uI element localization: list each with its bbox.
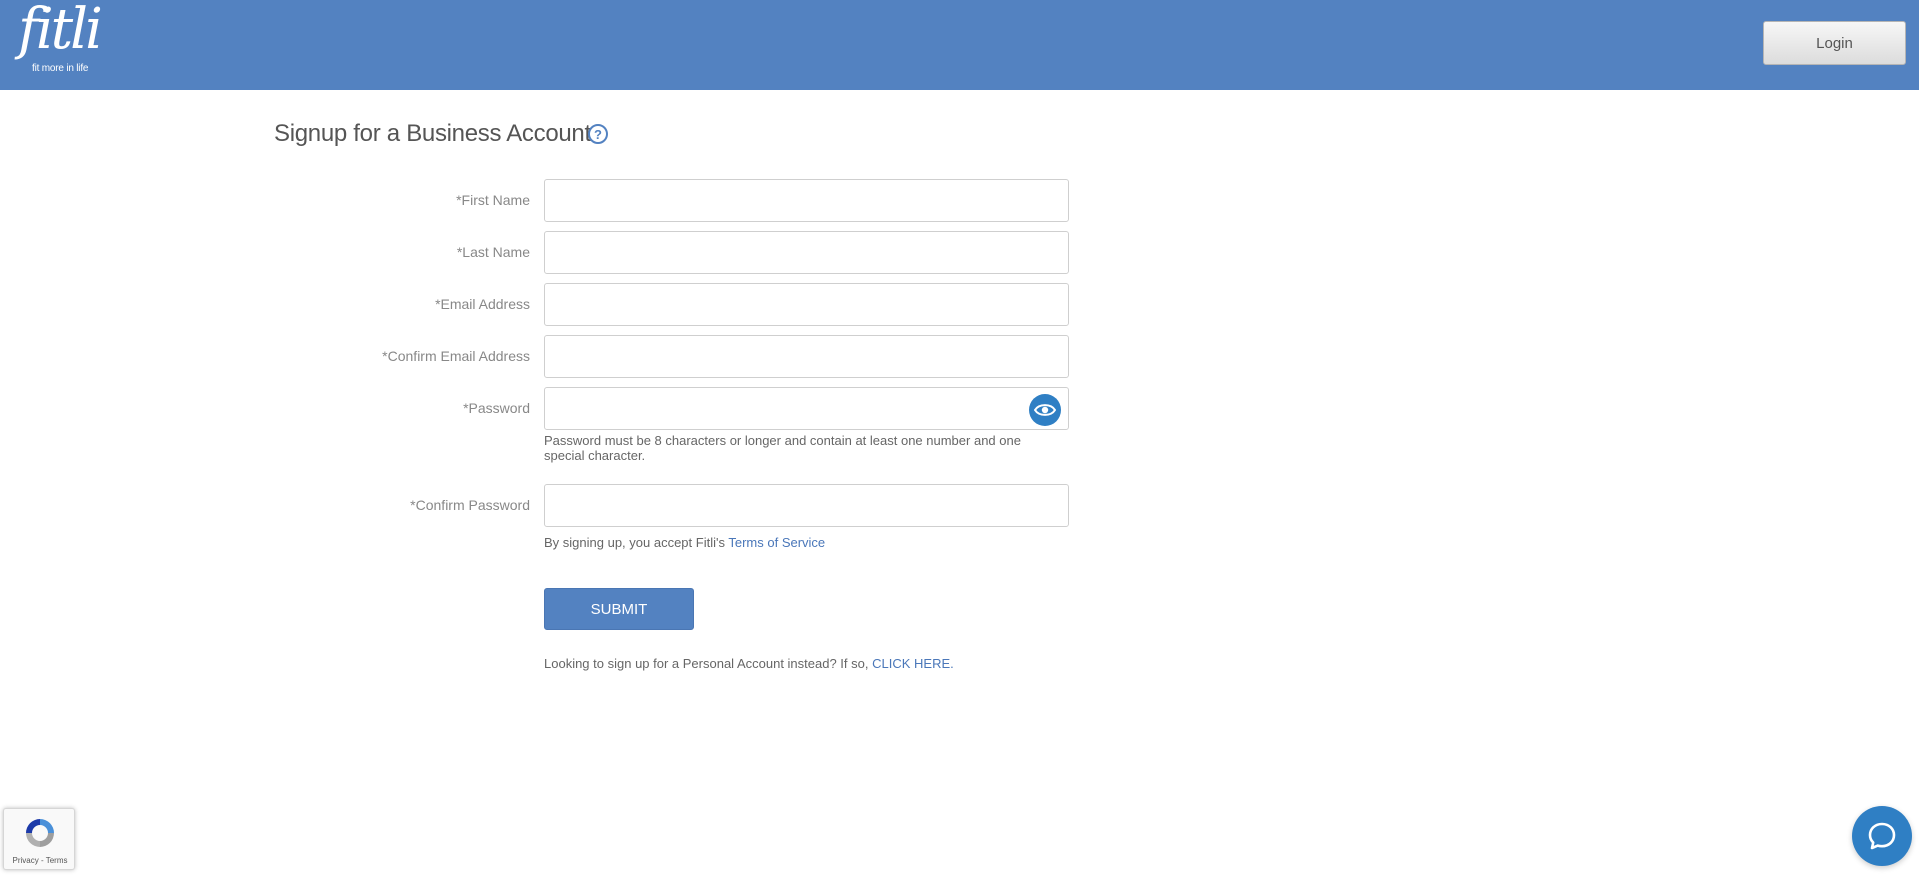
question-circle-icon[interactable]: ? <box>588 124 608 144</box>
personal-account-notice: Looking to sign up for a Personal Accoun… <box>544 656 954 671</box>
show-password-button[interactable] <box>1029 394 1061 426</box>
confirm-password-label: *Confirm Password <box>410 497 530 513</box>
recaptcha-privacy-terms[interactable]: Privacy - Terms <box>4 856 76 865</box>
email-label: *Email Address <box>435 296 530 312</box>
logo-tagline: fit more in life <box>32 63 89 74</box>
password-field[interactable] <box>544 387 1069 430</box>
terms-prefix: By signing up, you accept Fitli's <box>544 535 725 550</box>
confirm-email-field[interactable] <box>544 335 1069 378</box>
top-header: fitli fit more in life Login <box>0 0 1919 90</box>
chat-widget-button[interactable] <box>1852 806 1912 866</box>
fitli-logo[interactable]: fitli fit more in life <box>14 0 104 76</box>
logo-wordmark: fitli <box>18 0 103 62</box>
recaptcha-icon <box>26 819 54 847</box>
page-title: Signup for a Business Account <box>274 120 591 147</box>
personal-account-link[interactable]: CLICK HERE. <box>872 656 954 671</box>
first-name-label: *First Name <box>456 192 530 208</box>
first-name-field[interactable] <box>544 179 1069 222</box>
eye-icon <box>1034 404 1056 416</box>
personal-account-prefix: Looking to sign up for a Personal Accoun… <box>544 656 869 671</box>
last-name-label: *Last Name <box>456 244 530 260</box>
terms-of-service-link[interactable]: Terms of Service <box>728 535 825 550</box>
terms-notice: By signing up, you accept Fitli's Terms … <box>544 535 825 550</box>
chat-bubble-icon <box>1868 822 1896 850</box>
last-name-field[interactable] <box>544 231 1069 274</box>
password-requirements-hint: Password must be 8 characters or longer … <box>544 433 1021 463</box>
confirm-email-label: *Confirm Email Address <box>382 348 530 364</box>
login-button[interactable]: Login <box>1763 21 1906 65</box>
email-field[interactable] <box>544 283 1069 326</box>
password-label: *Password <box>463 400 530 416</box>
recaptcha-badge[interactable]: Privacy - Terms <box>3 808 75 870</box>
submit-button[interactable]: SUBMIT <box>544 588 694 630</box>
confirm-password-field[interactable] <box>544 484 1069 527</box>
